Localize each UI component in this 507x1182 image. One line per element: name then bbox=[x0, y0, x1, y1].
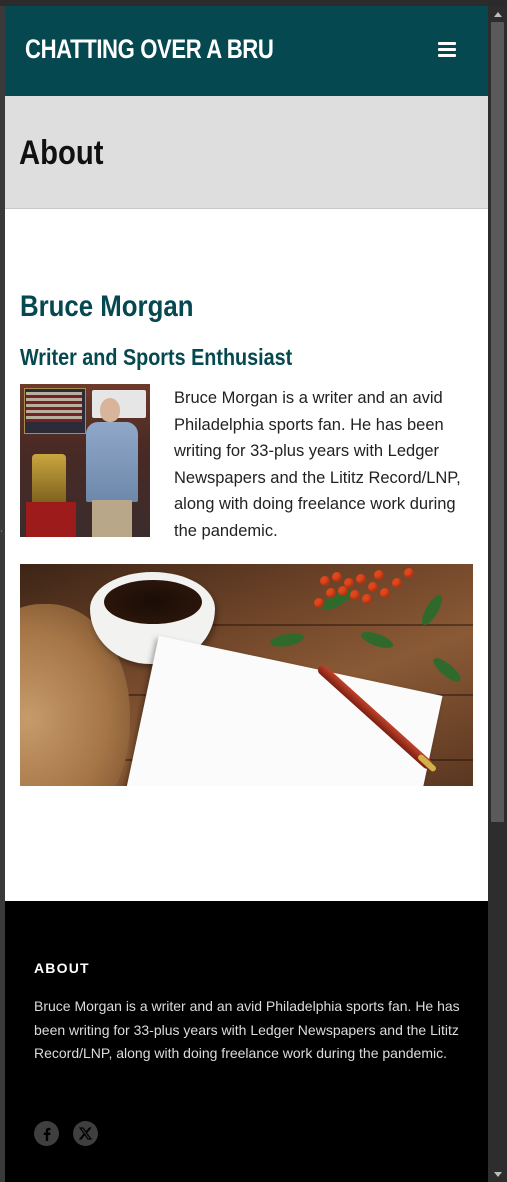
hamburger-menu-icon[interactable] bbox=[438, 42, 458, 60]
scroll-up-arrow-icon[interactable] bbox=[488, 6, 507, 22]
page-title: About bbox=[19, 134, 104, 172]
page-title-band: About bbox=[5, 96, 488, 209]
site-header: CHATTING OVER A BRU bbox=[5, 6, 488, 96]
scrollbar[interactable] bbox=[488, 6, 507, 1182]
scroll-down-arrow-icon[interactable] bbox=[488, 1166, 507, 1182]
author-bio: Bruce Morgan is a writer and an avid Phi… bbox=[174, 389, 461, 540]
footer-heading: ABOUT bbox=[34, 960, 90, 976]
x-twitter-icon[interactable] bbox=[73, 1121, 98, 1146]
web-page: CHATTING OVER A BRU About Bruce Morgan W… bbox=[5, 6, 488, 1182]
site-footer: ABOUT Bruce Morgan is a writer and an av… bbox=[5, 901, 488, 1182]
author-name: Bruce Morgan bbox=[20, 290, 194, 323]
coffee-notepad-image bbox=[20, 564, 473, 786]
author-role: Writer and Sports Enthusiast bbox=[20, 344, 293, 370]
footer-about-text: Bruce Morgan is a writer and an avid Phi… bbox=[34, 998, 460, 1061]
facebook-icon[interactable] bbox=[34, 1121, 59, 1146]
scrollbar-thumb[interactable] bbox=[491, 22, 504, 822]
author-photo bbox=[20, 384, 150, 537]
site-title[interactable]: CHATTING OVER A BRU bbox=[25, 34, 274, 65]
left-edge-mark: · bbox=[0, 527, 3, 537]
